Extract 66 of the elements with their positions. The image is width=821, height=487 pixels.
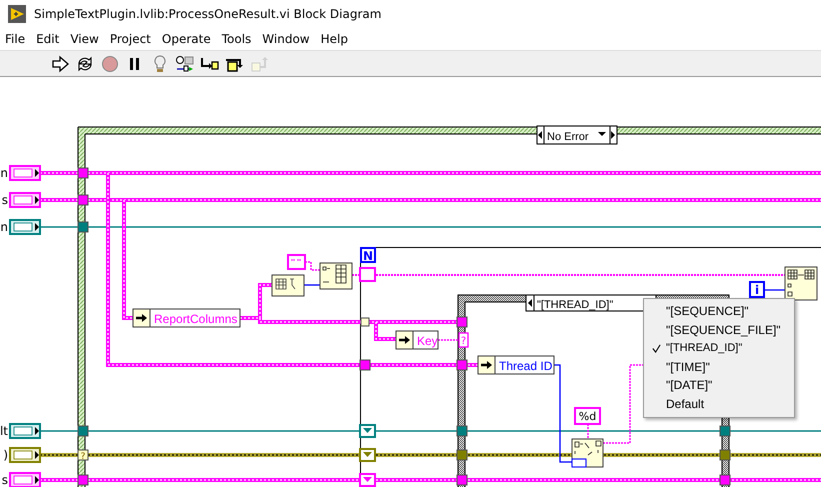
menu-item[interactable]: Tools: [220, 32, 258, 46]
terminal-label: lt: [0, 424, 8, 438]
run-icon[interactable]: [50, 54, 70, 72]
dropdown-item[interactable]: "[TIME]": [644, 358, 794, 376]
shift-register: [359, 473, 376, 487]
unbundle-node: ReportColumns: [132, 308, 240, 328]
dropdown-item[interactable]: "[THREAD_ID]": [644, 339, 794, 358]
tunnel: [456, 474, 468, 486]
dropdown-item[interactable]: "[SEQUENCE_FILE]": [644, 320, 794, 340]
index-terminal: i: [749, 281, 765, 298]
tunnel: [360, 318, 370, 326]
terminal-label: n: [0, 166, 8, 180]
terminal-label: n: [0, 220, 8, 234]
tunnel: [456, 360, 468, 370]
tunnel: [456, 426, 468, 436]
dropdown-item[interactable]: Default: [644, 394, 794, 414]
terminal-label: s: [2, 473, 8, 487]
window-title: SimpleTextPlugin.lvlib:ProcessOneResult.vi Block Diagram: [34, 7, 382, 21]
shift-register: [359, 424, 376, 438]
shift-register: [359, 267, 376, 282]
case-selector[interactable]: "[THREAD_ID]": [526, 294, 656, 312]
terminal-label: ): [3, 448, 8, 462]
tunnel: [720, 474, 730, 486]
terminal[interactable]: [9, 192, 41, 208]
terminal[interactable]: [9, 472, 41, 487]
abort-icon[interactable]: [100, 54, 120, 72]
string-constant-icon: [287, 254, 306, 270]
terminal-label: s: [2, 193, 8, 207]
tunnel: ?: [458, 332, 469, 348]
array-function-icon: [784, 266, 818, 300]
tunnel: [78, 194, 88, 206]
tunnel: [78, 474, 88, 486]
tunnel: [360, 360, 370, 370]
tunnel: [720, 426, 730, 436]
menu-item[interactable]: Edit: [35, 32, 66, 46]
dropdown-item[interactable]: "[DATE]": [644, 376, 794, 395]
probe-icon[interactable]: [175, 54, 195, 72]
app-icon: [8, 5, 26, 23]
terminal[interactable]: [9, 423, 41, 439]
format-node-icon: [572, 438, 604, 468]
case-selector[interactable]: No Error: [536, 126, 618, 144]
menu-item[interactable]: Help: [320, 32, 354, 46]
format-string-constant: %d: [574, 407, 601, 425]
menu-item[interactable]: View: [69, 32, 105, 46]
menu-item[interactable]: Operate: [160, 32, 217, 46]
tunnel: [78, 168, 88, 178]
menu-item[interactable]: File: [4, 32, 32, 46]
checkmark-icon: [652, 344, 661, 354]
menu-item[interactable]: Window: [261, 32, 316, 46]
unbundle-node: Thread ID: [478, 356, 554, 374]
tunnel: [78, 426, 88, 436]
tunnel: [456, 316, 468, 328]
tunnel: [720, 450, 730, 460]
tunnel: [78, 222, 88, 232]
terminal[interactable]: [9, 447, 41, 463]
array-function-icon: [320, 262, 352, 290]
menu-item[interactable]: Project: [108, 32, 157, 46]
tunnel: ?: [78, 450, 88, 462]
array-function-icon: [272, 274, 304, 296]
shift-register: [359, 448, 376, 462]
unbundle-node: Key: [396, 330, 438, 350]
tunnel: [456, 450, 468, 460]
wire: [764, 289, 785, 291]
count-terminal: N: [360, 247, 376, 263]
terminal[interactable]: [9, 219, 41, 235]
terminal[interactable]: [9, 165, 41, 181]
